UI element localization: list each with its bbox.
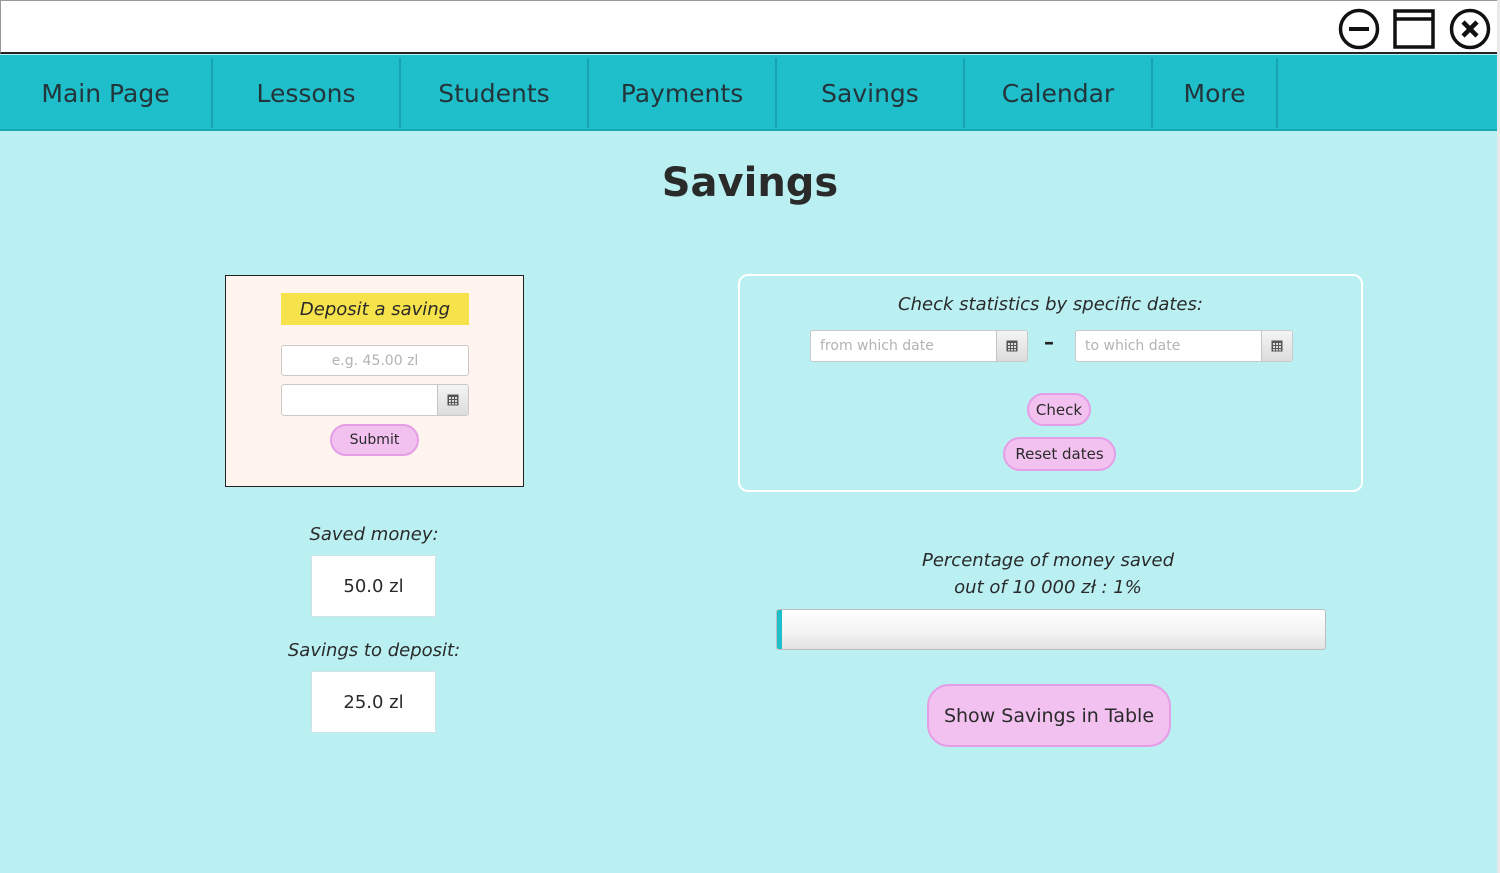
savings-progress-bar (776, 609, 1326, 650)
main-navbar: Main Page Lessons Students Payments Savi… (0, 55, 1498, 131)
reset-dates-button[interactable]: Reset dates (1003, 437, 1116, 471)
page-title: Savings (661, 160, 839, 206)
date-range-separator: – (1044, 330, 1054, 354)
statistics-panel: Check statistics by specific dates: – (738, 274, 1363, 492)
show-savings-table-button[interactable]: Show Savings in Table (927, 684, 1171, 747)
submit-button[interactable]: Submit (330, 424, 419, 456)
window-titlebar (0, 0, 1498, 54)
nav-tab-savings[interactable]: Savings (777, 58, 965, 128)
close-icon[interactable] (1449, 8, 1491, 50)
to-date-field (1075, 330, 1293, 362)
nav-tab-students[interactable]: Students (401, 58, 589, 128)
calendar-icon[interactable] (437, 385, 468, 415)
deposit-panel: Deposit a saving Submit (225, 275, 524, 487)
percentage-saved-text: Percentage of money saved out of 10 000 … (748, 547, 1348, 601)
calendar-icon[interactable] (996, 331, 1027, 361)
nav-tab-more[interactable]: More (1153, 58, 1278, 128)
deposit-date-field (281, 384, 469, 416)
percentage-line-1: Percentage of money saved (921, 550, 1175, 571)
savings-to-deposit-value: 25.0 zl (311, 671, 436, 733)
deposit-amount-input[interactable] (281, 345, 469, 376)
percentage-line-2: out of 10 000 zł : 1% (954, 577, 1142, 598)
maximize-icon[interactable] (1393, 8, 1435, 50)
nav-tab-payments[interactable]: Payments (589, 58, 777, 128)
minimize-icon[interactable] (1338, 8, 1380, 50)
saved-money-label: Saved money: (309, 524, 439, 545)
savings-to-deposit-label: Savings to deposit: (287, 640, 461, 661)
from-date-field (810, 330, 1028, 362)
statistics-title: Check statistics by specific dates: (898, 294, 1203, 315)
calendar-icon[interactable] (1261, 331, 1292, 361)
nav-tab-calendar[interactable]: Calendar (965, 58, 1153, 128)
nav-tab-lessons[interactable]: Lessons (213, 58, 401, 128)
saved-money-value: 50.0 zl (311, 555, 436, 617)
deposit-header: Deposit a saving (281, 293, 469, 325)
deposit-date-input[interactable] (282, 385, 439, 415)
nav-tab-main-page[interactable]: Main Page (0, 58, 213, 128)
savings-progress-fill (777, 610, 783, 649)
to-date-input[interactable] (1076, 331, 1263, 361)
from-date-input[interactable] (811, 331, 998, 361)
check-button[interactable]: Check (1027, 393, 1091, 426)
